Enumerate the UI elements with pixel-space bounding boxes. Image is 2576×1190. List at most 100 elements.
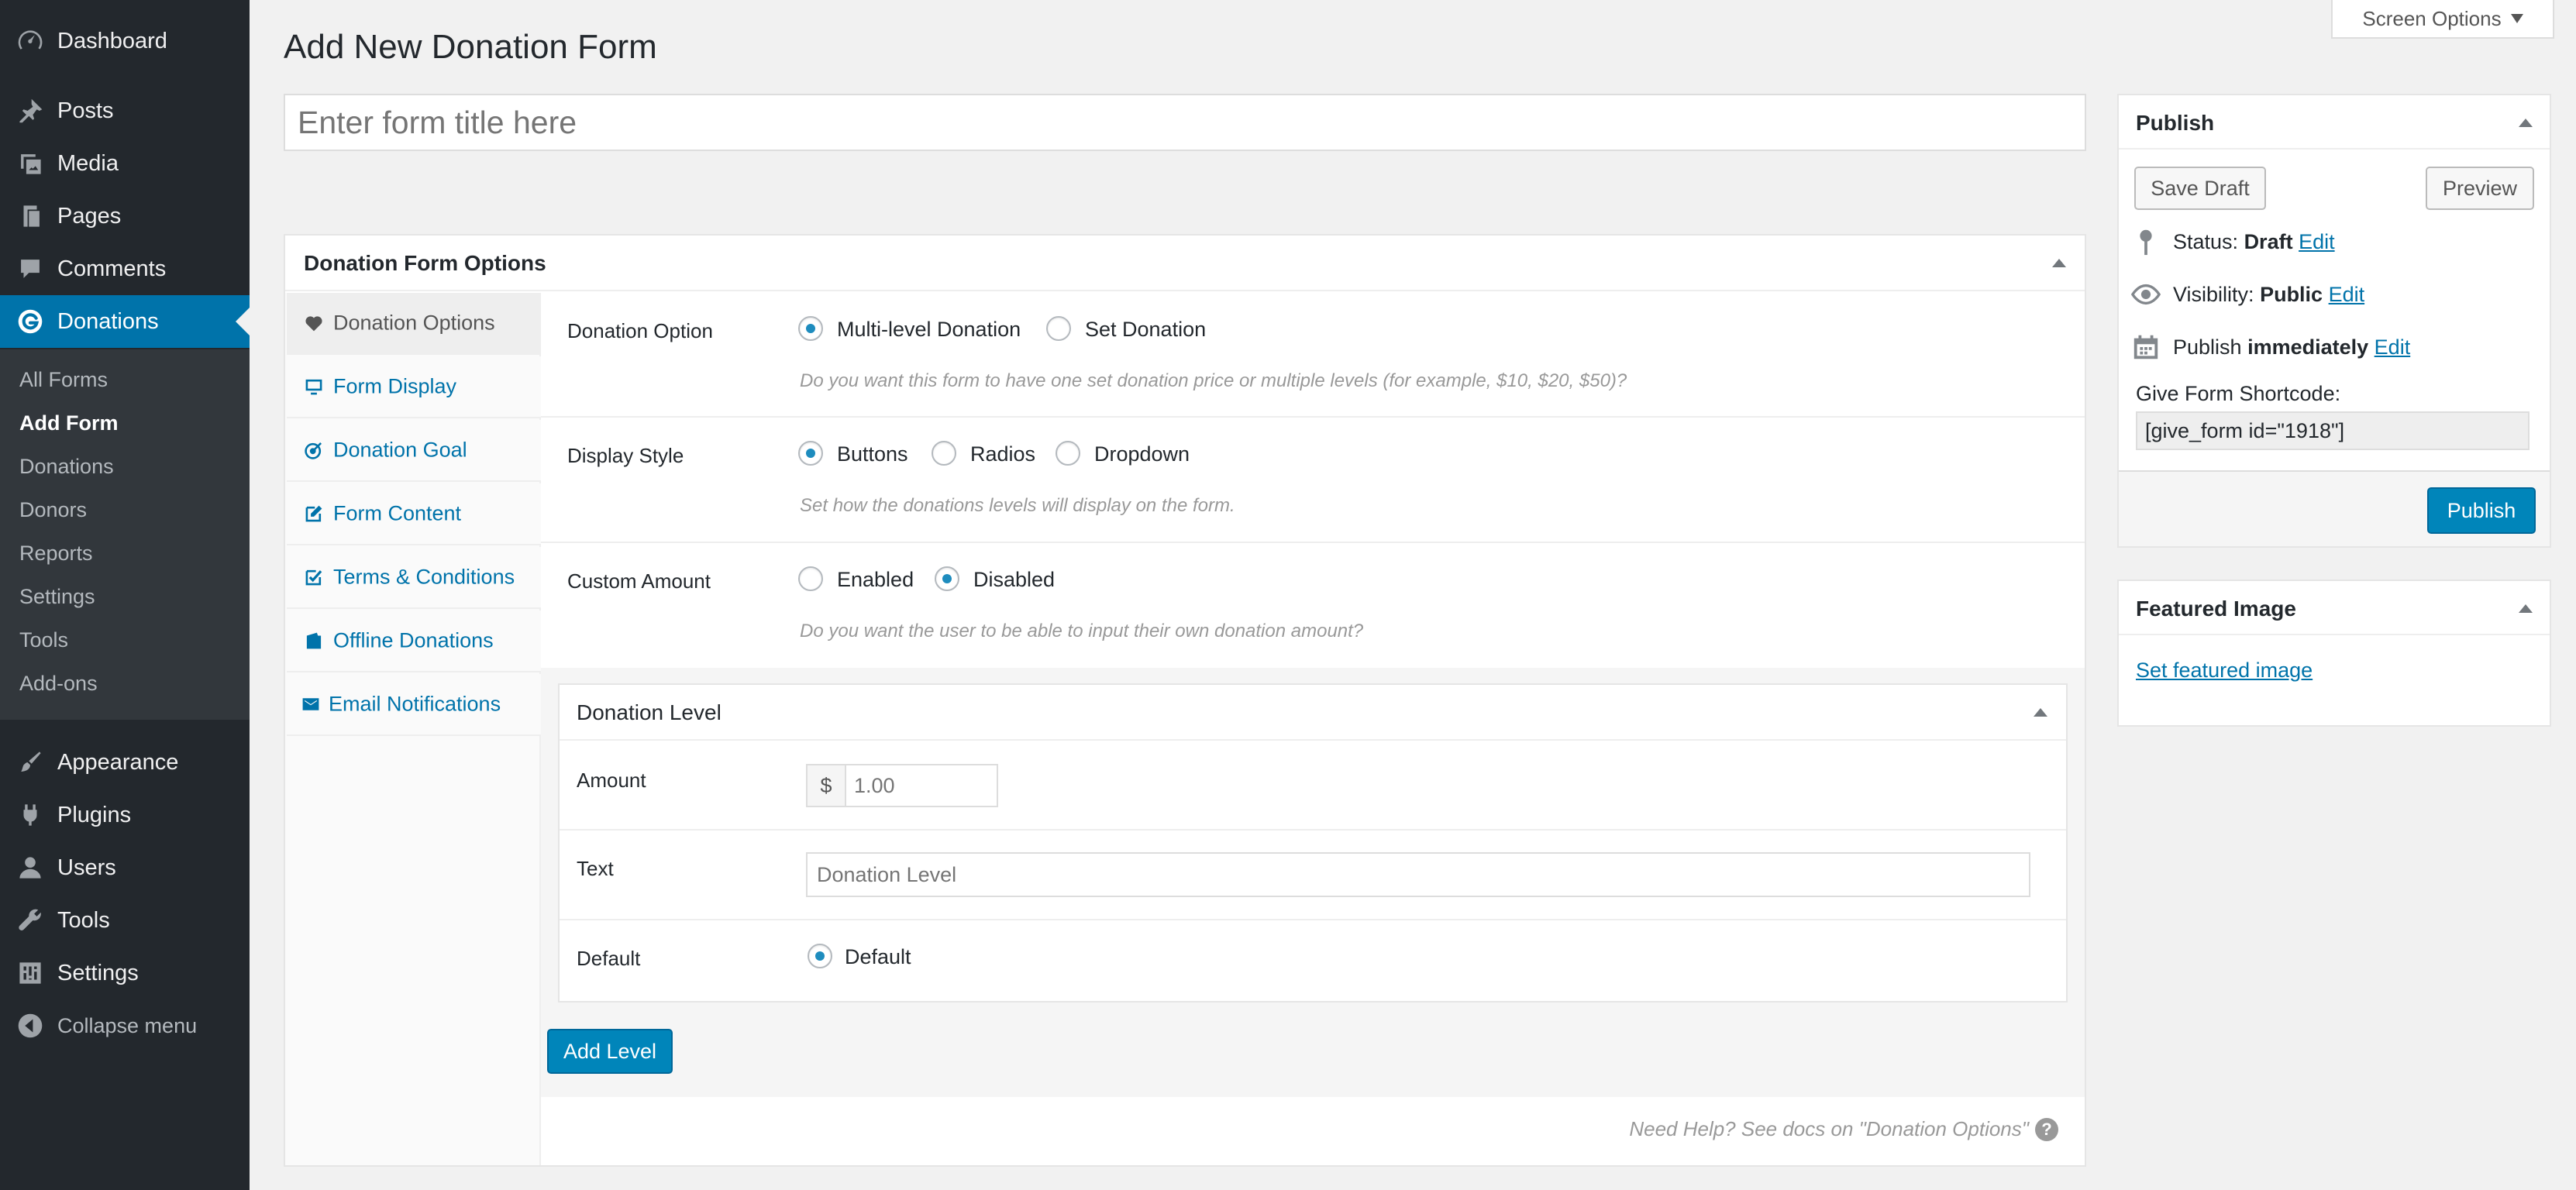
- default-label: Default: [577, 947, 641, 970]
- add-level-button[interactable]: Add Level: [547, 1029, 673, 1074]
- checklist-icon: [305, 569, 322, 586]
- publish-box-header[interactable]: Publish: [2119, 95, 2550, 150]
- radio-disabled[interactable]: [935, 566, 959, 591]
- menu-label: Collapse menu: [57, 1013, 198, 1037]
- donation-level-header[interactable]: Donation Level: [560, 685, 2066, 741]
- tab-donation-goal[interactable]: Donation Goal: [287, 420, 541, 482]
- users-icon: [19, 857, 41, 879]
- tab-label: Donation Options: [333, 311, 495, 335]
- help-link[interactable]: Need Help? See docs on "Donation Options…: [1629, 1117, 2058, 1141]
- menu-label: Donations: [57, 308, 159, 334]
- menu-item-dashboard[interactable]: Dashboard: [0, 15, 250, 67]
- collapse-toggle-icon[interactable]: [2052, 259, 2066, 267]
- publish-schedule-line: Publish immediately Edit: [2173, 335, 2411, 359]
- tab-terms-conditions[interactable]: Terms & Conditions: [287, 547, 541, 609]
- submenu-donors[interactable]: Donors: [19, 498, 87, 522]
- menu-label: Plugins: [57, 802, 132, 827]
- tab-email-notifications[interactable]: Email Notifications: [287, 674, 541, 736]
- featured-image-title: Featured Image: [2136, 597, 2296, 621]
- publish-button[interactable]: Publish: [2427, 487, 2536, 534]
- preview-button[interactable]: Preview: [2426, 167, 2534, 210]
- caret-down-icon: [2510, 14, 2523, 23]
- edit-status-link[interactable]: Edit: [2299, 230, 2335, 253]
- menu-item-users[interactable]: Users: [0, 841, 250, 894]
- menu-label: Tools: [57, 907, 110, 933]
- menu-item-pages[interactable]: Pages: [0, 190, 250, 242]
- collapse-toggle-icon[interactable]: [2519, 604, 2533, 613]
- collapse-toggle-icon[interactable]: [2034, 708, 2047, 717]
- menu-item-comments[interactable]: Comments: [0, 242, 250, 295]
- radio-label-set-donation: Set Donation: [1085, 318, 1207, 341]
- shortcode-label: Give Form Shortcode:: [2136, 382, 2341, 405]
- text-label: Text: [577, 857, 614, 880]
- menu-item-collapse[interactable]: Collapse menu: [0, 999, 250, 1052]
- menu-label: Users: [57, 855, 116, 880]
- menu-label: Comments: [57, 256, 167, 281]
- options-box-header[interactable]: Donation Form Options: [285, 236, 2085, 291]
- help-question-icon: ?: [2035, 1117, 2058, 1141]
- submenu-reports[interactable]: Reports: [19, 542, 93, 566]
- menu-item-settings[interactable]: Settings: [0, 947, 250, 999]
- settings-icon: [19, 962, 41, 984]
- comments-icon: [21, 260, 40, 278]
- heart-icon: [305, 316, 322, 332]
- menu-item-posts[interactable]: Posts: [0, 84, 250, 137]
- target-icon: [305, 442, 322, 459]
- save-draft-button[interactable]: Save Draft: [2134, 167, 2266, 210]
- give-icon: [18, 309, 43, 334]
- tab-form-display[interactable]: Form Display: [287, 356, 541, 418]
- radio-buttons[interactable]: [798, 441, 823, 466]
- radio-enabled[interactable]: [798, 566, 823, 591]
- submenu-settings[interactable]: Settings: [19, 585, 95, 609]
- screen-options-button[interactable]: Screen Options: [2331, 0, 2554, 39]
- donation-form-options-box: Donation Form Options Donation Options F…: [284, 234, 2086, 1167]
- donation-option-description: Do you want this form to have one set do…: [800, 370, 1627, 391]
- display-style-label: Display Style: [567, 444, 684, 467]
- row-divider: [541, 542, 2085, 543]
- publish-schedule-value: immediately: [2247, 335, 2369, 359]
- form-title-input[interactable]: [284, 94, 2086, 151]
- shortcode-input[interactable]: [2136, 411, 2530, 450]
- radio-label-multi-level: Multi-level Donation: [837, 318, 1021, 341]
- page-title: Add New Donation Form: [284, 28, 657, 66]
- radio-label-enabled: Enabled: [837, 568, 914, 591]
- publish-box: Publish Save Draft Preview Status: Draft…: [2117, 94, 2551, 548]
- level-text-input[interactable]: [806, 852, 2030, 897]
- menu-item-media[interactable]: Media: [0, 137, 250, 190]
- radio-set-donation[interactable]: [1046, 316, 1071, 341]
- submenu-all-forms[interactable]: All Forms: [19, 368, 108, 392]
- submenu-add-ons[interactable]: Add-ons: [19, 672, 98, 696]
- edit-schedule-link[interactable]: Edit: [2375, 335, 2411, 359]
- amount-input[interactable]: [845, 764, 998, 807]
- submenu-donations[interactable]: Donations: [19, 455, 114, 479]
- pages-icon: [23, 205, 40, 227]
- edit-visibility-link[interactable]: Edit: [2329, 283, 2365, 306]
- submenu-add-form[interactable]: Add Form: [19, 411, 119, 435]
- radio-radios[interactable]: [932, 441, 956, 466]
- tab-donation-options[interactable]: Donation Options: [287, 293, 541, 355]
- menu-label: Dashboard: [57, 28, 167, 53]
- plugin-icon: [23, 804, 37, 826]
- tab-label: Form Content: [333, 501, 462, 525]
- custom-amount-description: Do you want the user to be able to input…: [800, 621, 1364, 641]
- edit-icon: [305, 505, 322, 522]
- featured-image-header[interactable]: Featured Image: [2119, 581, 2550, 635]
- radio-dropdown[interactable]: [1056, 441, 1080, 466]
- envelope-icon: [302, 698, 319, 710]
- menu-item-donations[interactable]: Donations: [0, 295, 250, 348]
- submenu-tools[interactable]: Tools: [19, 628, 68, 652]
- menu-item-appearance[interactable]: Appearance: [0, 736, 250, 789]
- calendar-icon: [2133, 335, 2158, 359]
- donations-submenu: All Forms Add Form Donations Donors Repo…: [0, 349, 250, 720]
- menu-item-tools[interactable]: Tools: [0, 894, 250, 947]
- radio-multi-level[interactable]: [798, 316, 823, 341]
- tab-offline-donations[interactable]: Offline Donations: [287, 610, 541, 672]
- set-featured-image-link[interactable]: Set featured image: [2136, 659, 2313, 683]
- screen-options-label: Screen Options: [2362, 6, 2502, 30]
- custom-amount-label: Custom Amount: [567, 569, 711, 593]
- radio-default[interactable]: [808, 944, 832, 968]
- row-divider: [541, 416, 2085, 418]
- menu-item-plugins[interactable]: Plugins: [0, 789, 250, 841]
- collapse-toggle-icon[interactable]: [2519, 119, 2533, 127]
- tab-form-content[interactable]: Form Content: [287, 483, 541, 545]
